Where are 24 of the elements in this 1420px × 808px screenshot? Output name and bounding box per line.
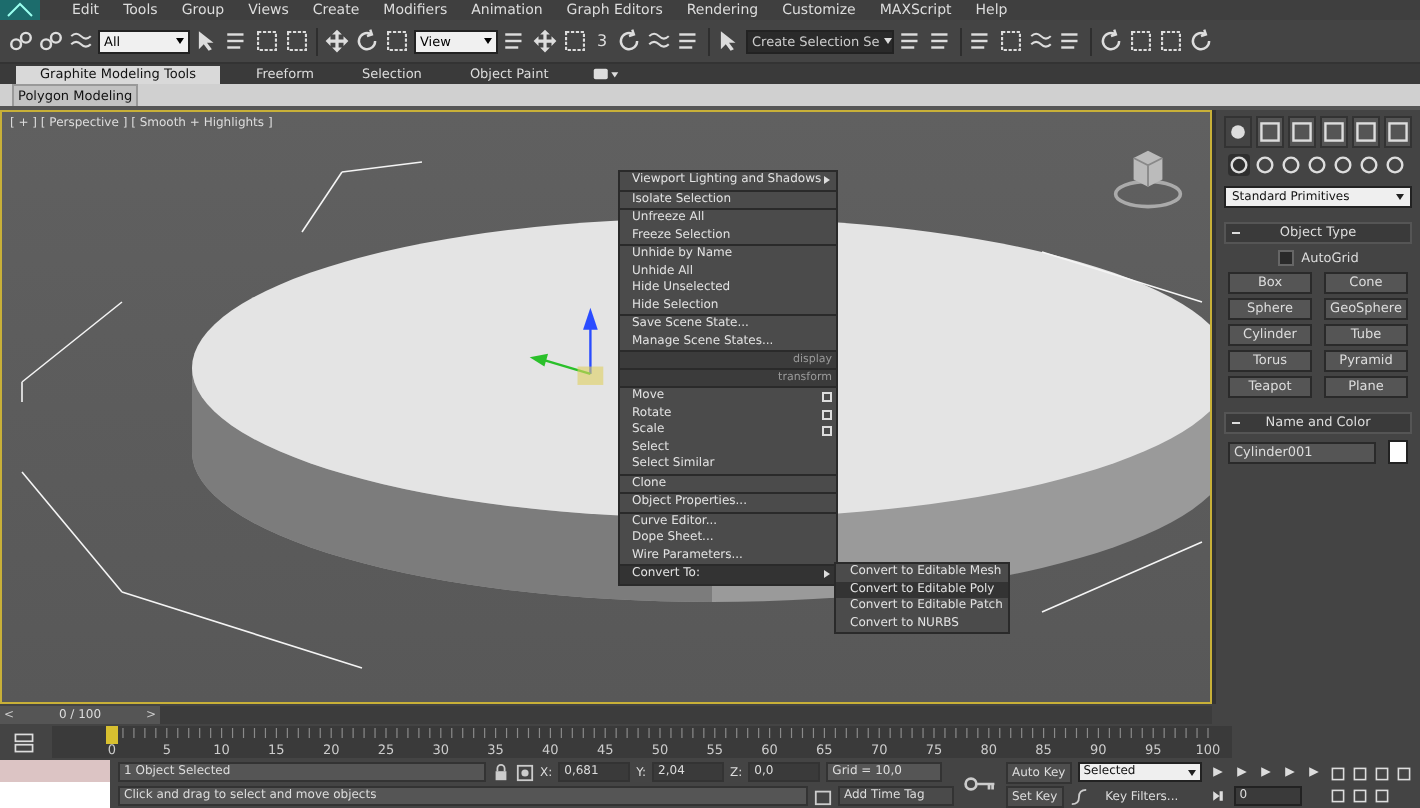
play-icon[interactable] [1257, 763, 1274, 779]
key-icon[interactable] [962, 774, 998, 794]
autogrid-checkbox[interactable] [1277, 250, 1294, 266]
snap-toggle[interactable]: 3 [592, 32, 612, 50]
wave-icon[interactable] [68, 28, 94, 54]
options-box-icon[interactable] [822, 426, 832, 436]
rect-region-icon[interactable] [254, 28, 280, 54]
options-box-icon[interactable] [822, 392, 832, 402]
select-list-icon[interactable] [224, 28, 250, 54]
object-color-swatch[interactable] [1388, 440, 1408, 464]
rotate-icon[interactable] [354, 28, 380, 54]
create-icon[interactable] [1224, 116, 1252, 148]
move-icon[interactable] [324, 28, 350, 54]
lock-icon[interactable] [492, 763, 510, 781]
ribbon-options-icon[interactable] [592, 66, 621, 82]
trackbar-icon[interactable] [12, 731, 36, 753]
link-icon[interactable] [8, 28, 34, 54]
maxscript-listener-field[interactable] [0, 760, 110, 808]
key-tangent-icon[interactable] [1069, 787, 1088, 805]
current-frame-marker[interactable] [106, 726, 118, 744]
window-crossing-icon[interactable] [284, 28, 310, 54]
options-box-icon[interactable] [822, 409, 832, 419]
app-logo-icon[interactable] [0, 0, 40, 20]
absolute-mode-icon[interactable] [516, 763, 534, 781]
